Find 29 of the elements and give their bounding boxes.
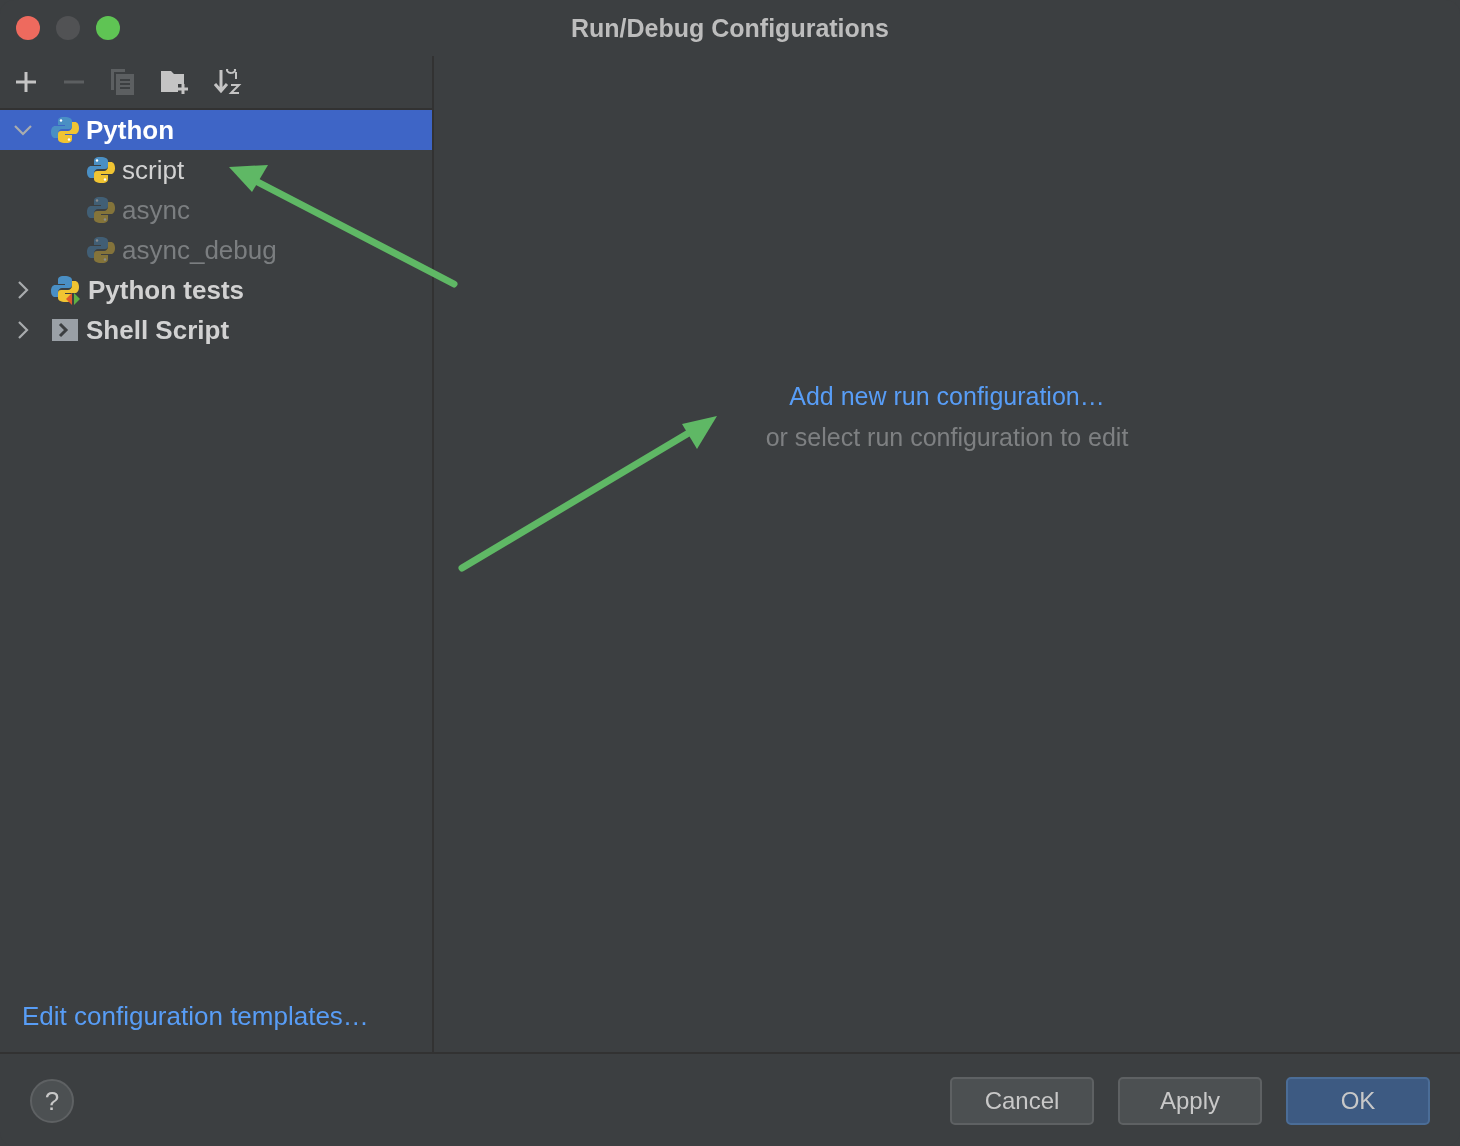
new-folder-icon[interactable] [160,69,190,95]
dialog-button[interactable]: Cancel [950,1077,1094,1125]
help-button[interactable]: ? [30,1079,74,1123]
tree-row[interactable]: Python [0,110,432,150]
tree-row[interactable]: Python tests [0,270,432,310]
tree-item-label: script [122,154,185,186]
add-icon[interactable] [14,70,38,94]
python-icon [50,115,80,145]
python-icon [86,195,116,225]
tree-item-label: Python [86,114,175,146]
edit-templates-link[interactable]: Edit configuration templates… [22,1001,369,1031]
window-title: Run/Debug Configurations [571,13,889,43]
tree-row[interactable]: script [0,150,432,190]
tree-item-label: async_debug [122,234,277,266]
tree-item-label: Shell Script [86,314,230,346]
empty-state-hint: or select run configuration to edit [765,423,1129,452]
dialog-button[interactable]: Apply [1118,1077,1262,1125]
tree-item-label: async [122,194,190,226]
dialog-button[interactable]: OK [1286,1077,1430,1125]
close-window-icon[interactable] [16,16,40,40]
tree-item-label: Python tests [88,274,245,306]
python-tests-icon [50,274,82,306]
python-icon [86,155,116,185]
add-configuration-link[interactable]: Add new run configuration… [789,382,1105,411]
python-icon [86,235,116,265]
sort-icon[interactable] [214,69,242,95]
tree-row[interactable]: Shell Script [0,310,432,350]
zoom-window-icon[interactable] [96,16,120,40]
terminal-icon [52,319,78,341]
